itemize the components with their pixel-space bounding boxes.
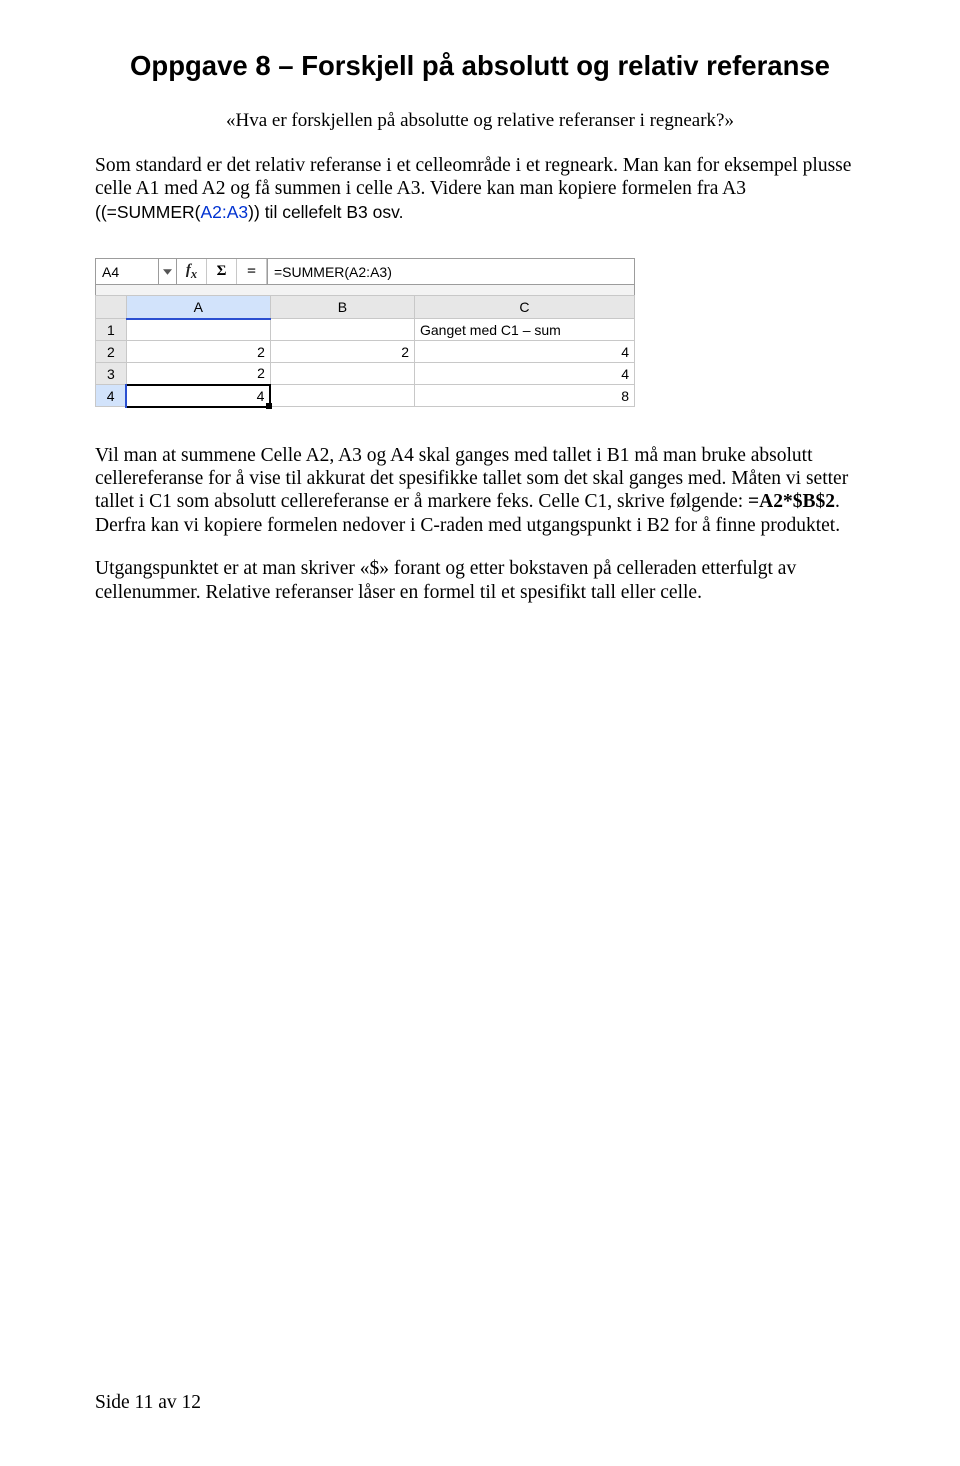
chevron-down-icon	[163, 269, 172, 275]
para1-a: Som standard er det relativ referanse i …	[95, 155, 851, 199]
fx-button[interactable]: fx	[177, 259, 207, 284]
cell-b2[interactable]: 2	[270, 341, 414, 363]
para1-d: )) til cellefelt B3 osv.	[248, 202, 403, 222]
cell-a1[interactable]	[126, 319, 270, 341]
cell-c3[interactable]: 4	[414, 363, 634, 385]
row-header-3[interactable]: 3	[96, 363, 127, 385]
fx-icon: fx	[186, 262, 197, 282]
spreadsheet-figure: A4 fx Σ = =SUMMER(A2:A3) A B C 1 Ganget …	[95, 258, 865, 408]
cell-a4[interactable]: 4	[126, 385, 270, 407]
sigma-icon: Σ	[217, 263, 227, 280]
col-header-b[interactable]: B	[270, 296, 414, 319]
equals-button[interactable]: =	[237, 259, 267, 284]
subtitle: «Hva er forskjellen på absolutte og rela…	[95, 110, 865, 132]
page-footer: Side 11 av 12	[95, 1392, 201, 1414]
select-all-corner[interactable]	[96, 296, 127, 319]
equals-icon: =	[247, 263, 256, 281]
page-title: Oppgave 8 – Forskjell på absolutt og rel…	[95, 50, 865, 82]
cell-c1[interactable]: Ganget med C1 – sum	[414, 319, 634, 341]
cell-b1[interactable]	[270, 319, 414, 341]
row-header-1[interactable]: 1	[96, 319, 127, 341]
row-4: 4 4 8	[96, 385, 635, 407]
para2-formula: =A2*$B$2	[748, 491, 835, 512]
row-header-4[interactable]: 4	[96, 385, 127, 407]
row-1: 1 Ganget med C1 – sum	[96, 319, 635, 341]
row-header-2[interactable]: 2	[96, 341, 127, 363]
paragraph-1: Som standard er det relativ referanse i …	[95, 154, 865, 224]
row-2: 2 2 2 4	[96, 341, 635, 363]
sum-button[interactable]: Σ	[207, 259, 237, 284]
paragraph-3: Utgangspunktet er at man skriver «$» for…	[95, 557, 865, 604]
name-box[interactable]: A4	[96, 259, 159, 284]
cell-a3[interactable]: 2	[126, 363, 270, 385]
para1-c: A2:A3	[200, 202, 248, 222]
para1-b: ((=SUMMER(	[95, 202, 200, 222]
para2-text: Vil man at summene Celle A2, A3 og A4 sk…	[95, 445, 848, 513]
fill-handle[interactable]	[266, 403, 272, 409]
cell-c4[interactable]: 8	[414, 385, 634, 407]
cell-a4-value: 4	[257, 388, 265, 404]
cell-c2[interactable]: 4	[414, 341, 634, 363]
row-3: 3 2 4	[96, 363, 635, 385]
spreadsheet-grid: A B C 1 Ganget med C1 – sum 2 2 2 4 3 2 …	[95, 295, 635, 408]
name-box-dropdown[interactable]	[159, 259, 177, 284]
cell-b3[interactable]	[270, 363, 414, 385]
paragraph-2: Vil man at summene Celle A2, A3 og A4 sk…	[95, 444, 865, 538]
cell-b4[interactable]	[270, 385, 414, 407]
col-header-c[interactable]: C	[414, 296, 634, 319]
formula-bar[interactable]: =SUMMER(A2:A3)	[267, 259, 634, 284]
cell-a2[interactable]: 2	[126, 341, 270, 363]
col-header-a[interactable]: A	[126, 296, 270, 319]
toolbar-spacer	[95, 285, 635, 295]
formula-row: A4 fx Σ = =SUMMER(A2:A3)	[95, 258, 635, 285]
